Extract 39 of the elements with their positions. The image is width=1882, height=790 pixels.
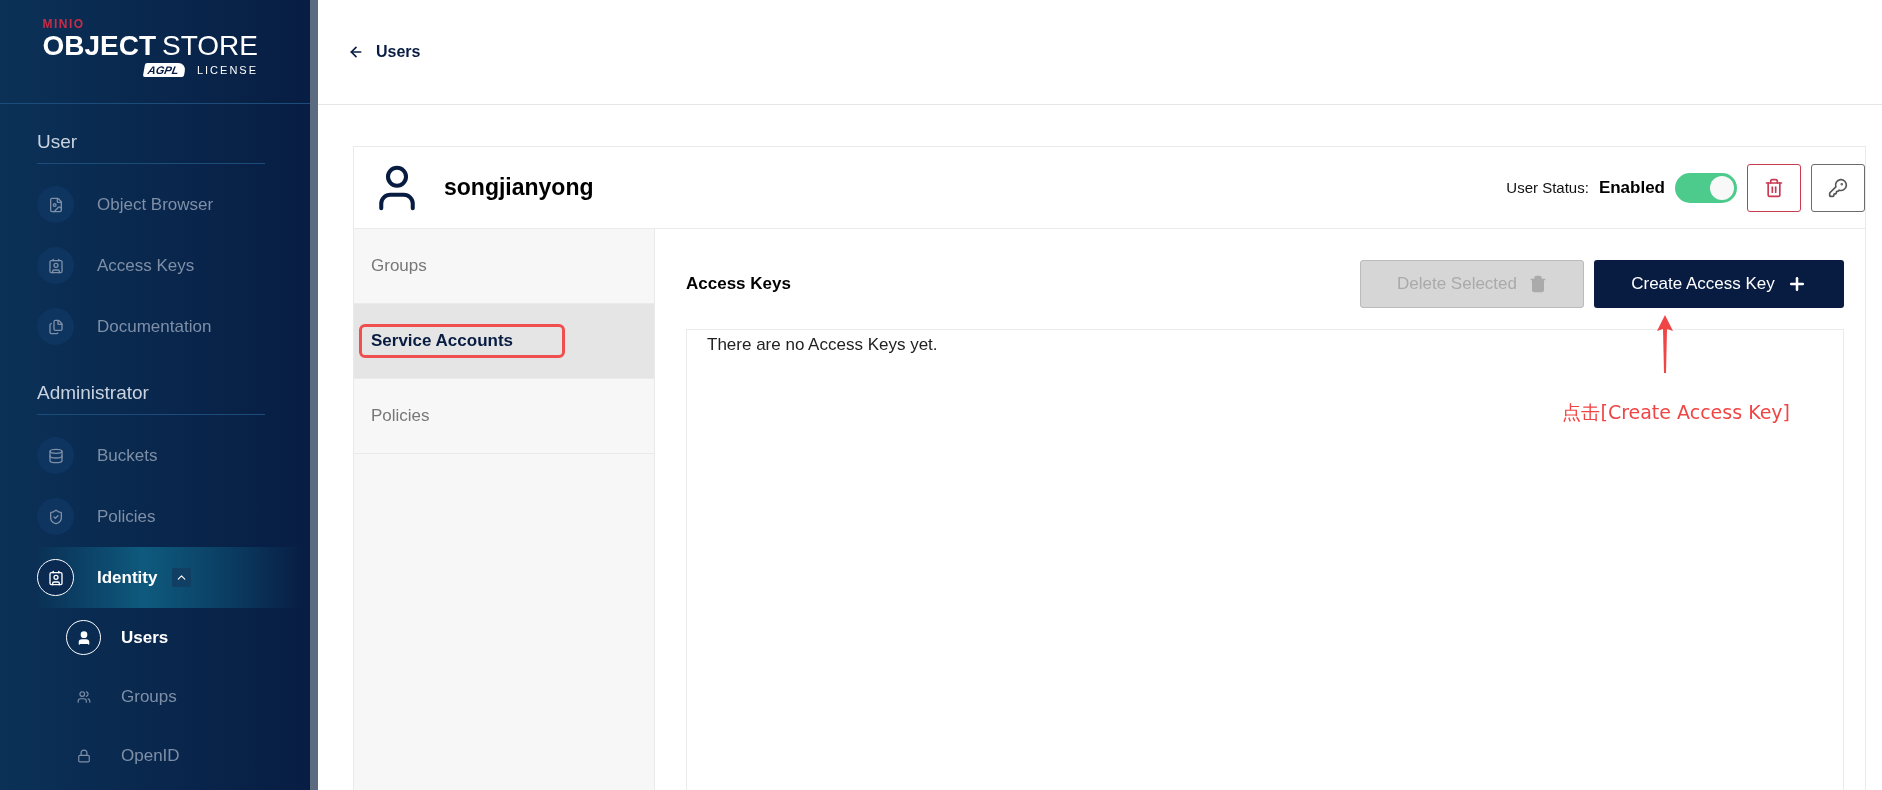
menu-icon	[37, 247, 74, 284]
password-button[interactable]	[1811, 163, 1865, 212]
panel-title: Access Keys	[686, 274, 792, 294]
status-value: Enabled	[1598, 177, 1665, 198]
delete-user-button[interactable]	[1747, 163, 1801, 212]
sidebar-subitem[interactable]: OpenID	[37, 726, 302, 785]
trash-icon	[1529, 275, 1547, 293]
tab[interactable]: Service Accounts	[354, 304, 654, 379]
menu-icon	[37, 559, 74, 596]
user-name: songjianyong	[444, 174, 595, 201]
sidebar-item[interactable]: Object Browser	[37, 174, 302, 235]
section-title: Administrator	[37, 378, 265, 415]
status-toggle[interactable]	[1675, 172, 1737, 203]
brand-text: MINIO	[42, 18, 85, 31]
license-text: LICENSE	[196, 64, 258, 76]
arrow-left-icon	[348, 44, 364, 60]
license-badge: AGPL	[143, 63, 187, 77]
empty-message: There are no Access Keys yet.	[707, 334, 939, 356]
sidebar-item[interactable]: Documentation	[37, 296, 302, 357]
sidebar-subitem[interactable]: Groups	[37, 667, 302, 726]
sidebar-item[interactable]: Access Keys	[37, 235, 302, 296]
lock-icon	[76, 748, 91, 763]
create-access-key-button[interactable]: Create Access Key	[1594, 260, 1844, 308]
group-icon	[76, 689, 91, 704]
section-title: User	[37, 127, 265, 164]
annotation-note: 点击[Create Access Key]	[1562, 400, 1790, 425]
trash-icon	[1764, 177, 1784, 198]
menu-icon	[37, 437, 74, 474]
back-link[interactable]: Users	[348, 43, 421, 61]
sidebar-subitem[interactable]: Users	[37, 608, 302, 667]
menu-icon	[37, 186, 74, 223]
menu-icon	[37, 498, 74, 535]
menu-icon	[37, 308, 74, 345]
key-icon	[1828, 177, 1848, 198]
status-label: User Status:	[1506, 179, 1589, 196]
sidebar-item[interactable]: Buckets	[37, 425, 302, 486]
sidebar-item[interactable]: Policies	[37, 486, 302, 547]
logo-title: OBJECT STORE	[42, 31, 258, 61]
arrow-annotation	[1656, 315, 1674, 373]
